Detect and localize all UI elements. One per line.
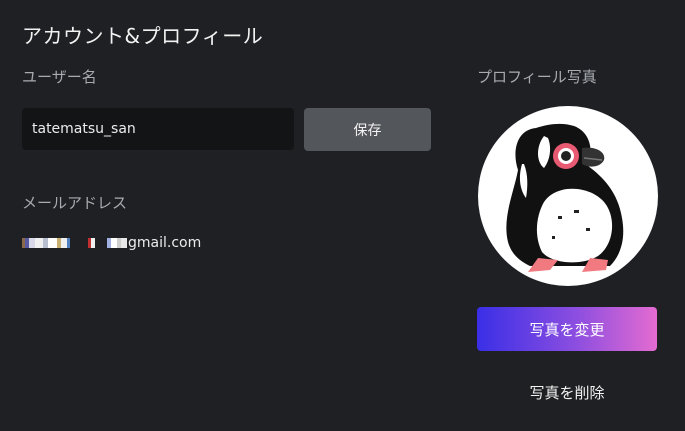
change-photo-button[interactable]: 写真を変更 <box>477 307 657 351</box>
penguin-avatar-icon <box>506 123 624 272</box>
username-input[interactable] <box>22 108 294 150</box>
avatar <box>478 106 658 286</box>
profile-photo-label: プロフィール写真 <box>477 68 597 86</box>
email-label: メールアドレス <box>22 194 128 212</box>
email-value: gmail.com <box>22 234 201 252</box>
page-title: アカウント&プロフィール <box>22 24 264 48</box>
username-label: ユーザー名 <box>22 68 97 86</box>
delete-photo-button[interactable]: 写真を削除 <box>477 370 657 414</box>
email-domain: gmail.com <box>128 235 202 251</box>
email-redaction <box>22 236 127 250</box>
save-button[interactable]: 保存 <box>304 108 431 151</box>
